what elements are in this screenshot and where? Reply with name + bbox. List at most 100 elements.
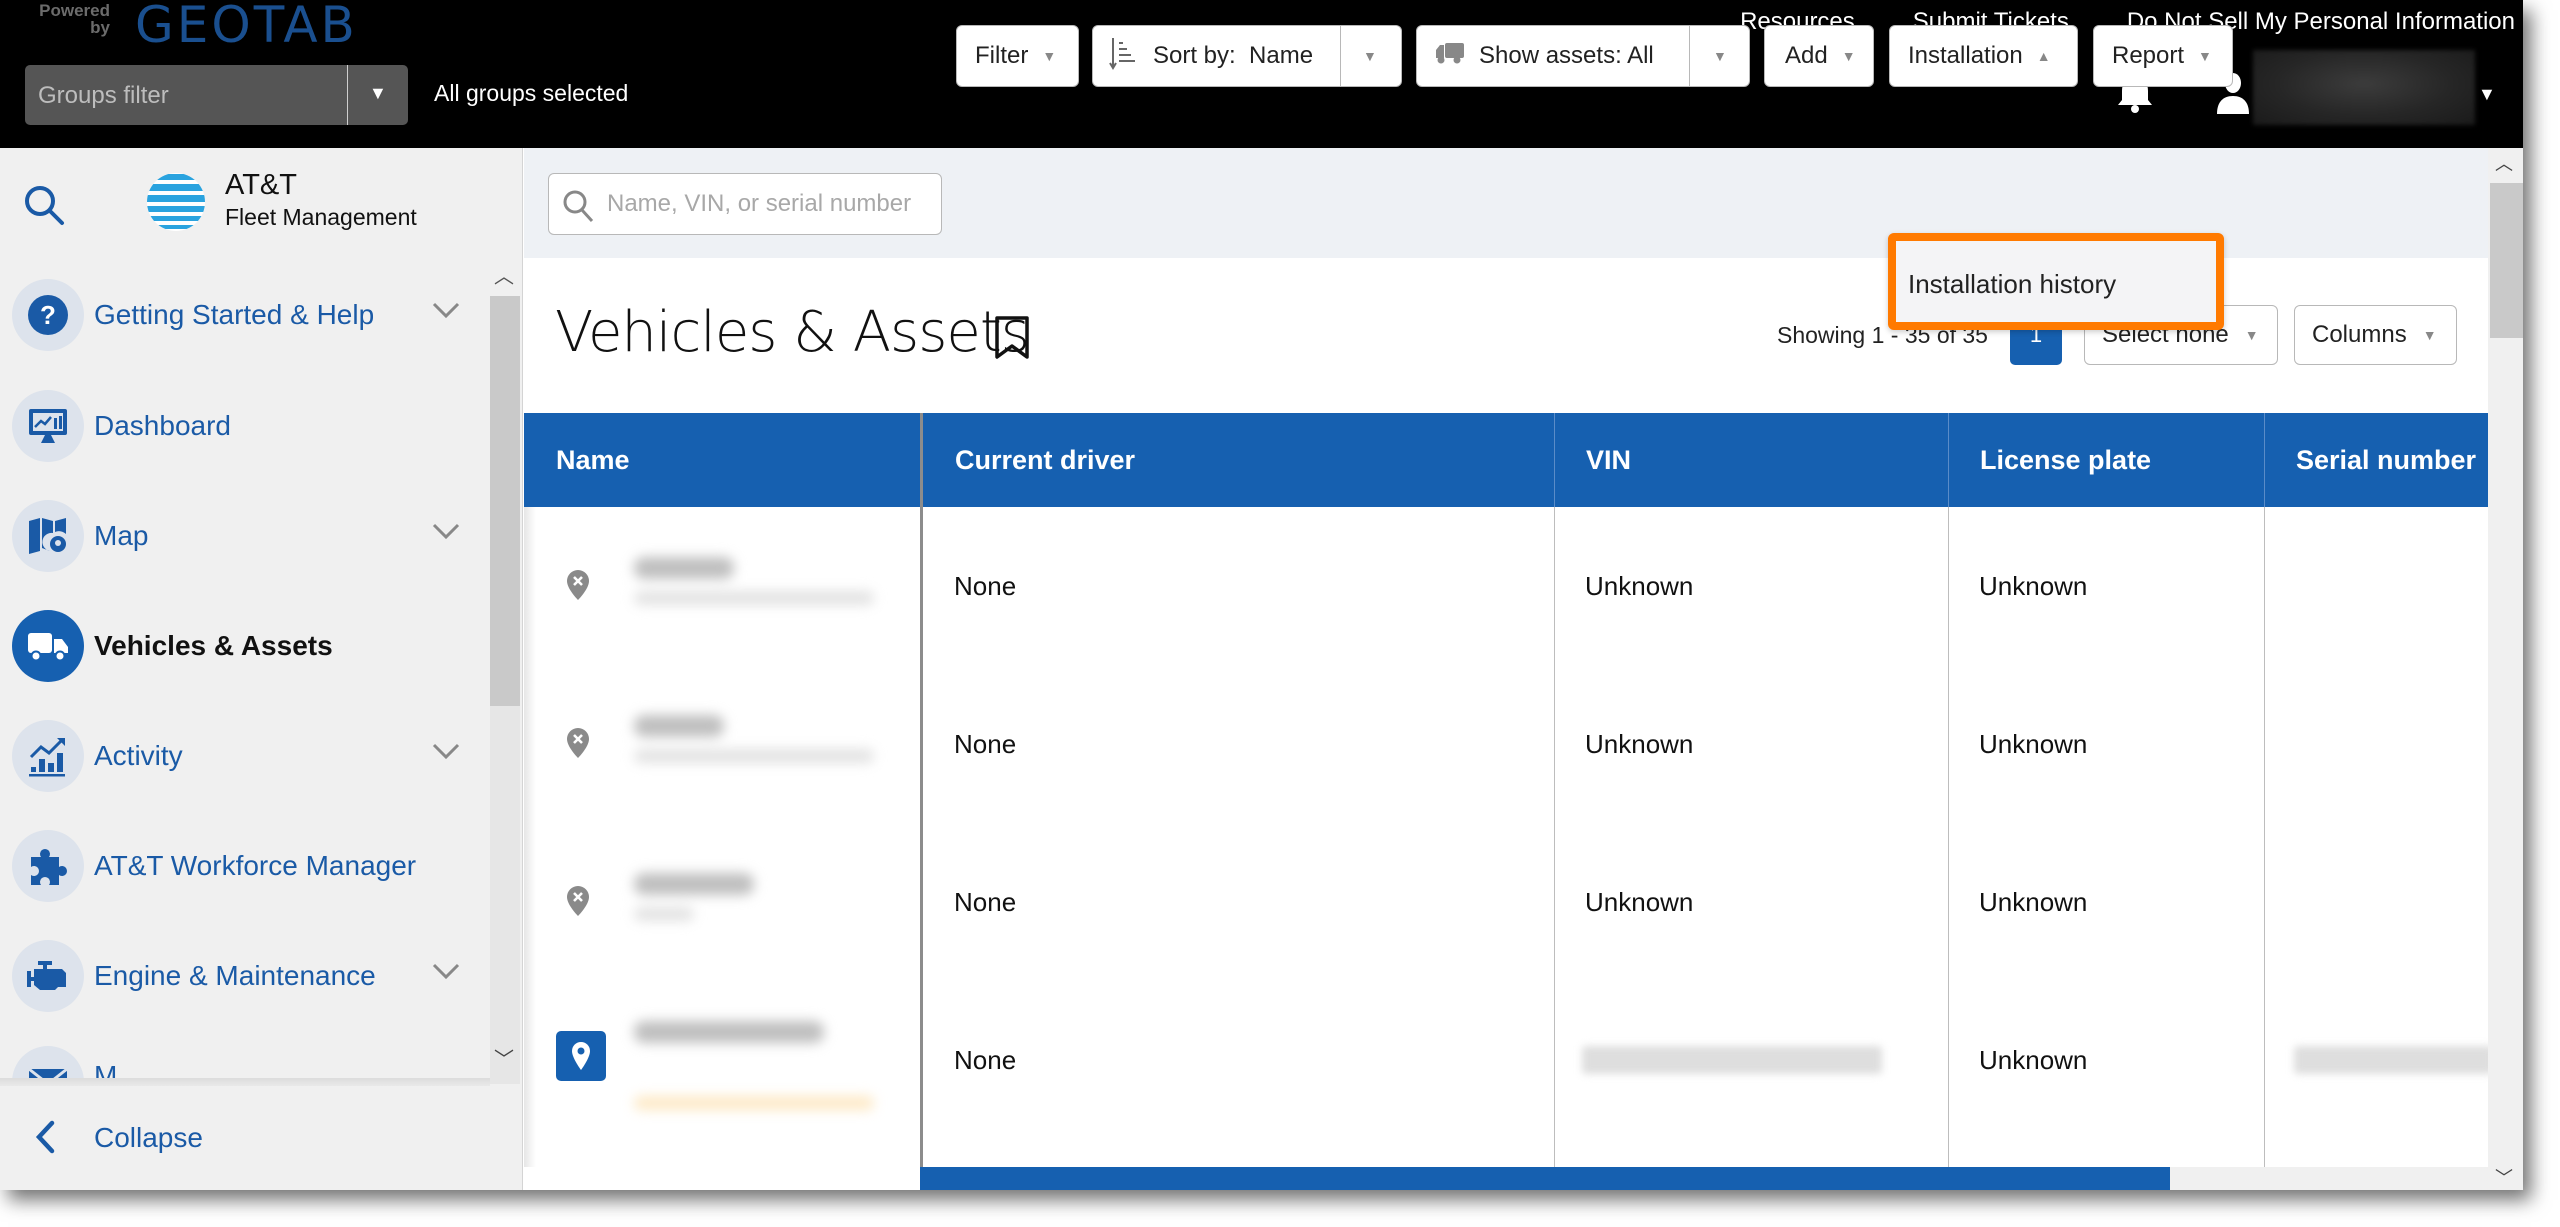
- license-plate-cell: Unknown: [1979, 570, 2088, 601]
- table-body: None Unknown Unknown None Unknown Unknow…: [524, 507, 2488, 1167]
- show-assets-dropdown[interactable]: Show assets: All ▼: [1416, 25, 1750, 87]
- logo-title: AT&T: [225, 169, 297, 201]
- table-row[interactable]: None Unknown: [524, 981, 2488, 1139]
- bookmark-icon[interactable]: [993, 315, 1031, 366]
- no-gps-pin-icon: [566, 885, 590, 922]
- sidebar-item-label: Dashboard: [94, 410, 231, 441]
- caret-down-icon[interactable]: ▼: [2478, 84, 2496, 105]
- collapse-button[interactable]: Collapse: [0, 1086, 490, 1190]
- sidebar-item-map[interactable]: Map: [0, 496, 480, 576]
- sidebar-item-activity[interactable]: Activity: [0, 716, 480, 796]
- sidebar-item-label: Engine & Maintenance: [94, 960, 376, 991]
- chevron-down-icon[interactable]: ﹀: [494, 1043, 514, 1072]
- chevron-down-icon[interactable]: [432, 962, 460, 985]
- chevron-up-icon[interactable]: ︿: [494, 260, 514, 289]
- horizontal-scrollbar-thumb[interactable]: [920, 1167, 2170, 1190]
- column-header-license-plate[interactable]: License plate: [1948, 413, 2264, 507]
- columns-dropdown[interactable]: Columns ▼: [2294, 305, 2457, 365]
- groups-filter-placeholder: Groups filter: [38, 82, 169, 109]
- installation-history-menu-item[interactable]: Installation history: [1908, 269, 2116, 300]
- sort-by-dropdown[interactable]: Sort by: Name ▼: [1092, 25, 1402, 87]
- sidebar-item-label: Vehicles & Assets: [94, 630, 333, 661]
- geotab-logo: GEOTAB: [135, 0, 358, 54]
- dashboard-icon: [12, 390, 84, 462]
- user-name-redacted[interactable]: [2253, 50, 2475, 125]
- asset-name-redacted[interactable]: [624, 705, 886, 795]
- caret-down-icon: ▼: [1042, 48, 1057, 64]
- report-label: Report: [2112, 42, 2185, 69]
- license-plate-cell: Unknown: [1979, 886, 2088, 917]
- sidebar-item-getting-started[interactable]: ? Getting Started & Help: [0, 275, 480, 355]
- table-row[interactable]: None Unknown Unknown: [524, 507, 2488, 665]
- installation-button[interactable]: Installation ▲: [1889, 25, 2078, 87]
- engine-icon: [12, 940, 84, 1012]
- search-icon[interactable]: [22, 183, 66, 232]
- caret-down-icon[interactable]: ▼: [1713, 48, 1727, 64]
- asset-name-redacted[interactable]: [624, 863, 886, 953]
- license-plate-cell: Unknown: [1979, 728, 2088, 759]
- show-assets-divider: [1689, 26, 1690, 86]
- sidebar: AT&T Fleet Management ︿ ? Getting Starte…: [0, 148, 523, 1190]
- columns-label: Columns: [2312, 321, 2407, 348]
- att-globe-icon: [146, 172, 206, 237]
- asset-search-input[interactable]: [607, 186, 927, 222]
- search-icon: [561, 188, 597, 229]
- report-button[interactable]: Report ▼: [2093, 25, 2233, 87]
- page-title: Vehicles & Assets: [555, 300, 1030, 365]
- chevron-down-icon[interactable]: [432, 301, 460, 324]
- installation-label: Installation: [1908, 42, 2023, 69]
- collapse-label: Collapse: [94, 1122, 203, 1153]
- sidebar-item-label: Activity: [94, 740, 183, 771]
- vertical-scrollbar-thumb[interactable]: [2490, 183, 2523, 338]
- location-pin-icon: [556, 1031, 606, 1081]
- app-window: Powered by GEOTAB Groups filter ▼ All gr…: [0, 0, 2523, 1190]
- filter-label: Filter: [975, 42, 1029, 69]
- map-icon: [12, 500, 84, 572]
- table-header: Name Current driver VIN License plate Se…: [524, 413, 2488, 507]
- add-button[interactable]: Add ▼: [1764, 25, 1874, 87]
- groups-filter-dropdown[interactable]: Groups filter ▼: [25, 65, 408, 125]
- table-row[interactable]: None Unknown Unknown: [524, 665, 2488, 823]
- serial-number-redacted: [2294, 1046, 2488, 1074]
- vin-redacted: [1582, 1046, 1882, 1074]
- no-gps-pin-icon: [566, 569, 590, 606]
- chevron-up-icon[interactable]: ︿: [2495, 150, 2513, 176]
- sidebar-item-dashboard[interactable]: Dashboard: [0, 386, 480, 466]
- caret-down-icon: ▼: [1841, 48, 1856, 64]
- asset-name-redacted[interactable]: [624, 547, 886, 637]
- sidebar-item-engine-maintenance[interactable]: Engine & Maintenance: [0, 936, 480, 1016]
- current-driver-cell: None: [954, 570, 1017, 601]
- chevron-left-icon: [34, 1120, 56, 1159]
- powered-by-label: Powered by: [39, 1, 110, 37]
- sidebar-scrollbar-thumb[interactable]: [490, 296, 520, 706]
- help-icon: ?: [12, 279, 84, 351]
- caret-down-icon[interactable]: ▼: [369, 83, 387, 104]
- filter-button[interactable]: Filter ▼: [956, 25, 1079, 87]
- sidebar-item-label: Getting Started & Help: [94, 299, 375, 330]
- truck-icon: [1435, 41, 1465, 72]
- column-header-vin[interactable]: VIN: [1554, 413, 1948, 507]
- vin-cell: Unknown: [1585, 886, 1694, 917]
- sidebar-item-workforce-manager[interactable]: AT&T Workforce Manager: [0, 826, 480, 906]
- vin-cell: Unknown: [1585, 728, 1694, 759]
- sort-divider: [1340, 26, 1341, 86]
- column-header-name[interactable]: Name: [524, 413, 920, 507]
- caret-down-icon: ▼: [2422, 327, 2437, 343]
- add-label: Add: [1785, 42, 1828, 69]
- chevron-down-icon[interactable]: ﹀: [2495, 1164, 2513, 1190]
- column-header-serial-number[interactable]: Serial number: [2264, 413, 2488, 507]
- sidebar-item-vehicles-assets[interactable]: Vehicles & Assets: [0, 606, 480, 686]
- chevron-down-icon[interactable]: [432, 742, 460, 765]
- asset-name-redacted[interactable]: [624, 1011, 886, 1121]
- chevron-down-icon[interactable]: [432, 522, 460, 545]
- caret-down-icon[interactable]: ▼: [1363, 48, 1377, 64]
- activity-chart-icon: [12, 720, 84, 792]
- column-header-current-driver[interactable]: Current driver: [920, 413, 1554, 507]
- truck-icon: [12, 610, 84, 682]
- groups-filter-divider: [347, 65, 348, 125]
- svg-text:?: ?: [40, 300, 56, 330]
- table-row[interactable]: None Unknown Unknown: [524, 823, 2488, 981]
- caret-up-icon: ▲: [2036, 48, 2051, 64]
- asset-search-field[interactable]: [548, 173, 942, 235]
- puzzle-icon: [12, 830, 84, 902]
